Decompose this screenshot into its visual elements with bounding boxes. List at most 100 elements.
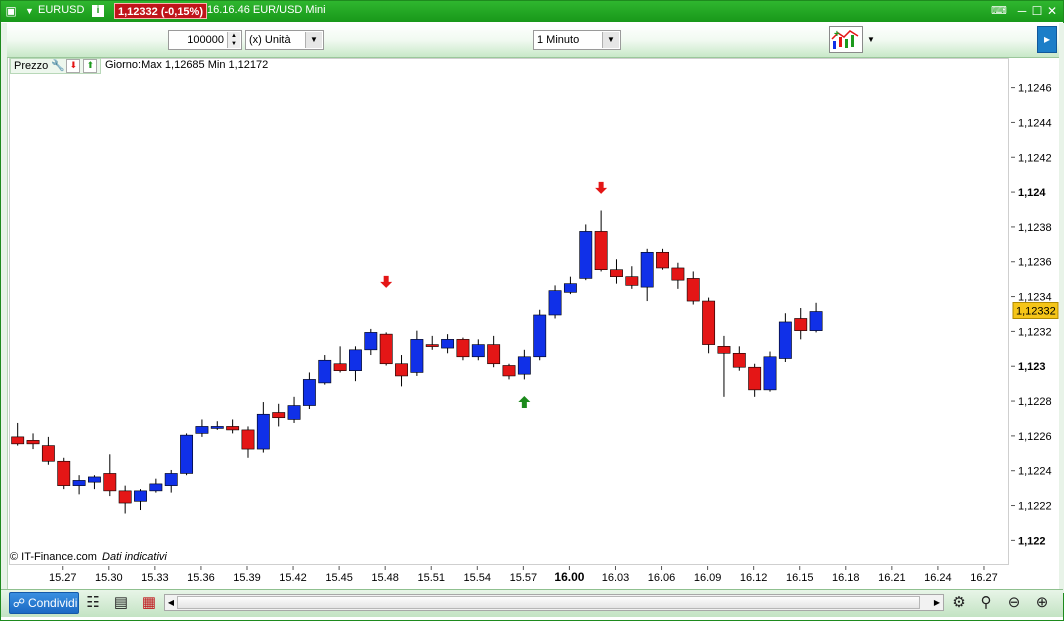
add-indicator-button[interactable]: + bbox=[829, 26, 863, 53]
candle-down bbox=[732, 346, 746, 371]
scroll-right-icon[interactable]: ▶ bbox=[932, 595, 942, 610]
candle-body bbox=[272, 412, 286, 419]
candle-body bbox=[302, 379, 316, 406]
candle-body bbox=[149, 483, 163, 492]
candlestick-style-icon[interactable]: ☷ bbox=[83, 593, 103, 613]
candle-up bbox=[180, 433, 194, 476]
drawing-tools-icon[interactable]: ▤ bbox=[111, 593, 131, 613]
keyboard-icon[interactable]: ⌨ bbox=[989, 4, 1009, 18]
candle-up bbox=[195, 419, 209, 437]
chevron-down-icon[interactable]: ▼ bbox=[602, 32, 619, 48]
time-tick-label: 16.18 bbox=[832, 572, 860, 584]
candle-down bbox=[11, 422, 25, 446]
chart-plot-area[interactable] bbox=[9, 58, 1009, 565]
candle-down bbox=[333, 346, 347, 373]
candle-down bbox=[272, 403, 286, 427]
unit-select[interactable]: (x) Unità ▼ bbox=[245, 30, 324, 50]
chart-toolbar: 100000 ▲ ▼ (x) Unità ▼ 1 Minuto ▼ + ▼ ▸ bbox=[7, 23, 1059, 58]
candle-body bbox=[164, 473, 178, 486]
price-panel-tab[interactable]: Prezzo 🔧 ⬇ ⬆ bbox=[10, 58, 102, 74]
candle-body bbox=[410, 339, 424, 373]
candle-body bbox=[471, 344, 485, 358]
side-panel-toggle-icon[interactable]: ▸ bbox=[1037, 26, 1057, 53]
chevron-down-icon[interactable]: ▼ bbox=[865, 31, 877, 49]
candle-body bbox=[425, 344, 439, 347]
price-tick-label: 1,1228 bbox=[1018, 396, 1052, 408]
share-button[interactable]: ☍ Condividi bbox=[9, 592, 79, 614]
copyright-text: © IT-Finance.com bbox=[10, 551, 97, 563]
time-tick-label: 15.54 bbox=[464, 572, 492, 584]
chevron-down-icon[interactable]: ▼ bbox=[25, 6, 34, 16]
timeframe-select-value: 1 Minuto bbox=[537, 34, 580, 46]
price-tick-label: 1,1246 bbox=[1018, 83, 1052, 95]
price-axis-labels: 1,1246 1,1244 1,1242 1,124 1,1238 1,1236 1,123… bbox=[1011, 83, 1059, 547]
candle-body bbox=[487, 344, 501, 365]
candle-up bbox=[134, 489, 147, 511]
chart-scrollbar[interactable]: ◀ ▶ bbox=[164, 594, 944, 611]
zoom-area-icon[interactable]: ⚲ bbox=[976, 593, 996, 613]
price-axis[interactable]: 1,1246 1,1244 1,1242 1,124 1,1238 1,1236 1,123… bbox=[1011, 58, 1059, 565]
candle-body bbox=[610, 269, 623, 277]
time-tick-label: 15.30 bbox=[95, 572, 123, 584]
candle-down bbox=[241, 426, 255, 458]
arrow-up-icon[interactable]: ⬆ bbox=[83, 59, 98, 74]
candle-body bbox=[11, 436, 25, 445]
zoom-in-icon[interactable]: ⊕ bbox=[1032, 593, 1052, 613]
candle-down bbox=[395, 355, 408, 387]
chevron-down-icon[interactable]: ▼ bbox=[305, 32, 322, 48]
zoom-fit-icon[interactable]: ⚙ bbox=[949, 593, 969, 613]
chart-list-icon[interactable]: ▦ bbox=[139, 593, 159, 613]
minimize-icon[interactable]: ─ bbox=[1015, 4, 1029, 18]
arrow-down-icon[interactable]: ⬇ bbox=[66, 59, 81, 74]
candle-down bbox=[610, 259, 623, 284]
candle-up bbox=[72, 475, 86, 495]
candle-down bbox=[686, 271, 700, 305]
time-tick-label: 15.36 bbox=[187, 572, 215, 584]
candle-body bbox=[656, 251, 669, 269]
candle-down bbox=[671, 262, 685, 289]
candle-body bbox=[318, 359, 332, 384]
sell-signal-arrow bbox=[380, 275, 393, 288]
time-tick-label: 16.09 bbox=[694, 572, 722, 584]
candle-down bbox=[625, 266, 639, 289]
candle-body bbox=[456, 339, 470, 358]
stepper-arrows-icon[interactable]: ▲ ▼ bbox=[227, 32, 240, 48]
info-icon[interactable]: i bbox=[92, 5, 104, 17]
time-tick-label: 16.27 bbox=[970, 572, 998, 584]
close-icon[interactable]: ✕ bbox=[1045, 4, 1059, 18]
window-menu-icon[interactable]: ▣ bbox=[4, 4, 18, 18]
candle-body bbox=[256, 413, 270, 450]
candle-body bbox=[809, 311, 823, 331]
candle-up bbox=[563, 276, 577, 295]
day-range-info: Giorno:Max 1,12685 Min 1,12172 bbox=[105, 59, 269, 71]
candle-up bbox=[410, 330, 424, 376]
candle-up bbox=[533, 309, 547, 361]
maximize-icon[interactable]: ☐ bbox=[1030, 4, 1044, 18]
candle-body bbox=[118, 490, 132, 504]
candle-down bbox=[118, 485, 132, 514]
candle-up bbox=[149, 478, 163, 493]
time-tick-label: 16.03 bbox=[602, 572, 630, 584]
candle-down bbox=[702, 297, 716, 354]
quantity-stepper[interactable]: 100000 ▲ ▼ bbox=[168, 30, 242, 50]
price-tick-label: 1,122 bbox=[1018, 535, 1046, 547]
candle-body bbox=[517, 356, 531, 375]
candle-body bbox=[579, 231, 593, 279]
price-tick-label: 1,1242 bbox=[1018, 152, 1052, 164]
wrench-icon[interactable]: 🔧 bbox=[51, 59, 65, 73]
symbol-label[interactable]: EURUSD bbox=[38, 4, 84, 16]
candle-body bbox=[241, 429, 255, 450]
scrollbar-thumb[interactable] bbox=[177, 596, 920, 609]
candlestick-chart bbox=[11, 181, 823, 514]
timeframe-select[interactable]: 1 Minuto ▼ bbox=[533, 30, 621, 50]
buy-signal-arrow bbox=[518, 396, 531, 409]
price-tick-label: 1,1234 bbox=[1018, 292, 1052, 304]
left-edge-panel bbox=[1, 23, 8, 593]
candle-up bbox=[287, 396, 301, 423]
candle-down bbox=[379, 332, 393, 366]
candle-up bbox=[210, 421, 224, 430]
scroll-left-icon[interactable]: ◀ bbox=[166, 595, 176, 610]
candle-body bbox=[702, 300, 716, 345]
zoom-out-icon[interactable]: ⊖ bbox=[1004, 593, 1024, 613]
time-axis[interactable]: 15.27 15.30 15.33 15.36 15.39 15.42 15.45 15.48… bbox=[9, 566, 1009, 587]
